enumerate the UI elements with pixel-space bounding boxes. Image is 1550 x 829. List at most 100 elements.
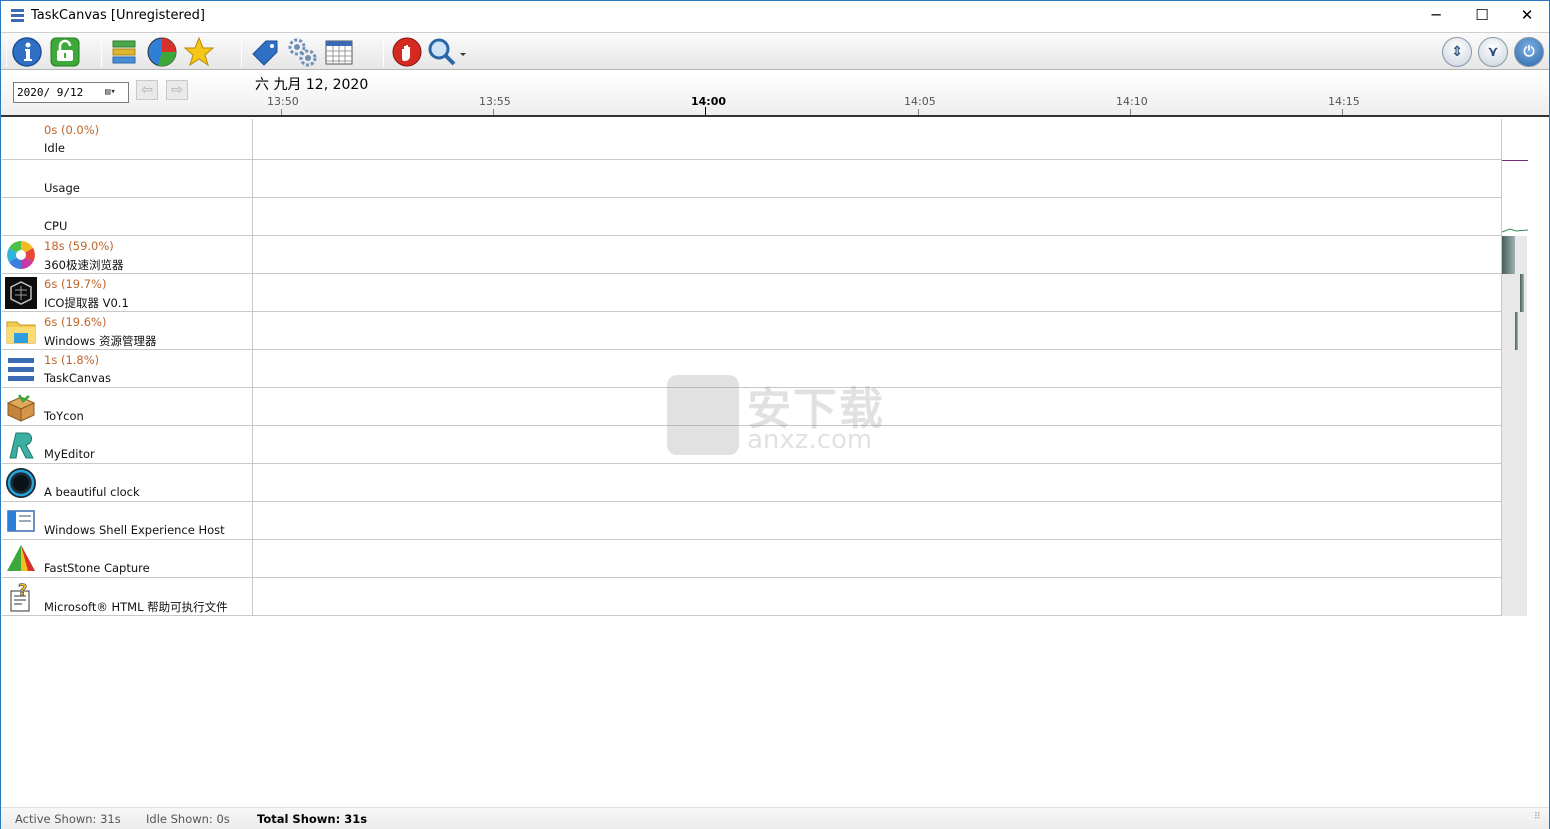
maximize-button[interactable]: ☐ bbox=[1459, 1, 1505, 32]
usage-bar bbox=[1520, 274, 1524, 312]
table-row[interactable]: A beautiful clock bbox=[2, 464, 1527, 502]
date-picker[interactable]: 2020/ 9/12 ▤▾ bbox=[13, 82, 129, 103]
row-timeline[interactable] bbox=[253, 119, 1501, 160]
date-value: 2020/ 9/12 bbox=[17, 86, 84, 99]
calendar-dropdown-icon[interactable]: ▤▾ bbox=[105, 86, 125, 99]
browser-360-icon bbox=[7, 241, 35, 269]
next-day-button[interactable]: ⇨ bbox=[166, 80, 188, 100]
row-timeline[interactable] bbox=[253, 312, 1501, 350]
watermark: 安下载 anxz.com bbox=[667, 373, 887, 457]
row-name: FastStone Capture bbox=[44, 561, 150, 575]
tick-label: 14:00 bbox=[691, 95, 727, 108]
layers-icon bbox=[112, 40, 136, 64]
recent-usage-cell bbox=[1501, 160, 1528, 198]
row-label: ToYcon bbox=[2, 388, 253, 426]
table-row[interactable]: CPU bbox=[2, 198, 1528, 236]
recent-usage-cell bbox=[1501, 540, 1527, 578]
resize-grip-icon[interactable]: ⠿ bbox=[1534, 813, 1546, 826]
collapse-button[interactable]: ⋎ bbox=[1478, 37, 1508, 67]
settings-button[interactable] bbox=[286, 36, 318, 68]
table-row[interactable]: Windows Shell Experience Host bbox=[2, 502, 1527, 540]
power-button[interactable]: ⏻ bbox=[1514, 37, 1544, 67]
app-menu-icon[interactable] bbox=[11, 9, 24, 22]
row-label: Usage bbox=[2, 160, 253, 198]
recent-usage-cell bbox=[1501, 198, 1528, 236]
row-name: ICO提取器 V0.1 bbox=[44, 296, 129, 310]
row-name: CPU bbox=[44, 219, 68, 233]
idle-shown: Idle Shown: 0s bbox=[146, 812, 230, 826]
tag-button[interactable] bbox=[249, 36, 281, 68]
row-timeline[interactable] bbox=[253, 578, 1501, 616]
ico-extractor-icon bbox=[5, 277, 37, 309]
row-name: Usage bbox=[44, 181, 80, 195]
recent-usage-cell bbox=[1501, 312, 1527, 350]
favorite-button[interactable] bbox=[183, 36, 215, 68]
row-label: CPU bbox=[2, 198, 253, 236]
row-timeline[interactable] bbox=[253, 464, 1501, 502]
close-button[interactable]: ✕ bbox=[1504, 1, 1550, 32]
row-name: Windows Shell Experience Host bbox=[44, 523, 225, 537]
row-label: ? Microsoft® HTML 帮助可执行文件 bbox=[2, 578, 253, 616]
search-button[interactable] bbox=[426, 36, 468, 68]
row-stat: 6s (19.7%) bbox=[44, 277, 107, 291]
tick-label: 13:50 bbox=[267, 95, 299, 108]
row-name: TaskCanvas bbox=[44, 371, 112, 385]
statistics-button[interactable] bbox=[146, 36, 178, 68]
minimize-button[interactable]: ─ bbox=[1413, 1, 1459, 32]
recent-usage-cell bbox=[1501, 350, 1527, 388]
status-bar: Active Shown: 31s Idle Shown: 0s Total S… bbox=[1, 807, 1549, 829]
title-bar: TaskCanvas [Unregistered] ─ ☐ ✕ bbox=[1, 1, 1549, 32]
table-row[interactable]: 18s (59.0%) 360极速浏览器 bbox=[2, 236, 1527, 274]
table-row[interactable]: 6s (19.6%) Windows 资源管理器 bbox=[2, 312, 1527, 350]
table-row[interactable]: ? Microsoft® HTML 帮助可执行文件 bbox=[2, 578, 1527, 616]
tick-mark bbox=[705, 107, 706, 115]
box-icon bbox=[6, 394, 36, 422]
toolbar-grip bbox=[6, 37, 7, 67]
row-label: 0s (0.0%) Idle bbox=[2, 119, 253, 160]
row-label: 6s (19.7%) ICO提取器 V0.1 bbox=[2, 274, 253, 312]
row-timeline[interactable] bbox=[253, 540, 1501, 578]
row-name: Windows 资源管理器 bbox=[44, 334, 157, 348]
tick-label: 14:10 bbox=[1116, 95, 1148, 108]
stop-button[interactable] bbox=[391, 36, 423, 68]
row-timeline[interactable] bbox=[253, 274, 1501, 312]
table-row[interactable]: Usage bbox=[2, 160, 1528, 198]
row-name: 360极速浏览器 bbox=[44, 258, 124, 272]
row-name: Idle bbox=[44, 141, 65, 155]
recent-usage-cell bbox=[1501, 426, 1527, 464]
previous-day-button[interactable]: ⇦ bbox=[136, 80, 158, 100]
magnifier-icon bbox=[428, 38, 466, 66]
tick-mark bbox=[1130, 109, 1131, 115]
row-stat: 6s (19.6%) bbox=[44, 315, 107, 329]
layers-button[interactable] bbox=[109, 36, 141, 68]
recent-usage-cell bbox=[1501, 119, 1527, 160]
table-row[interactable]: 6s (19.7%) ICO提取器 V0.1 bbox=[2, 274, 1527, 312]
table-row[interactable]: 0s (0.0%) Idle bbox=[2, 119, 1527, 160]
recent-usage-cell bbox=[1501, 274, 1527, 312]
row-name: A beautiful clock bbox=[44, 485, 140, 499]
clock-icon bbox=[6, 468, 36, 498]
svg-text:?: ? bbox=[18, 581, 27, 599]
stop-hand-icon bbox=[392, 37, 422, 67]
row-timeline[interactable] bbox=[253, 198, 1501, 236]
row-timeline[interactable] bbox=[253, 236, 1501, 274]
calendar-button[interactable] bbox=[323, 36, 355, 68]
row-timeline[interactable] bbox=[253, 502, 1501, 540]
toolbar: ⇕ ⋎ ⏻ bbox=[1, 32, 1549, 70]
row-label: 6s (19.6%) Windows 资源管理器 bbox=[2, 312, 253, 350]
help-file-icon: ? bbox=[10, 581, 30, 612]
activity-table: 0s (0.0%) Idle Usage CPU 18s (59.0%) 360… bbox=[2, 119, 1528, 616]
window-icon bbox=[7, 510, 35, 532]
row-timeline[interactable] bbox=[253, 160, 1501, 198]
pie-chart-icon bbox=[147, 37, 177, 67]
unlock-button[interactable] bbox=[49, 36, 81, 68]
window-title: TaskCanvas [Unregistered] bbox=[31, 8, 205, 23]
info-button[interactable] bbox=[11, 36, 43, 68]
sort-button[interactable]: ⇕ bbox=[1442, 37, 1472, 67]
cpu-line bbox=[1502, 228, 1528, 233]
usage-bar bbox=[1502, 236, 1515, 274]
app-window: TaskCanvas [Unregistered] ─ ☐ ✕ ⇕ ⋎ ⏻ 20… bbox=[0, 0, 1550, 829]
current-date-label: 六 九月 12, 2020 bbox=[255, 77, 369, 93]
row-stat: 0s (0.0%) bbox=[44, 123, 100, 137]
table-row[interactable]: FastStone Capture bbox=[2, 540, 1527, 578]
